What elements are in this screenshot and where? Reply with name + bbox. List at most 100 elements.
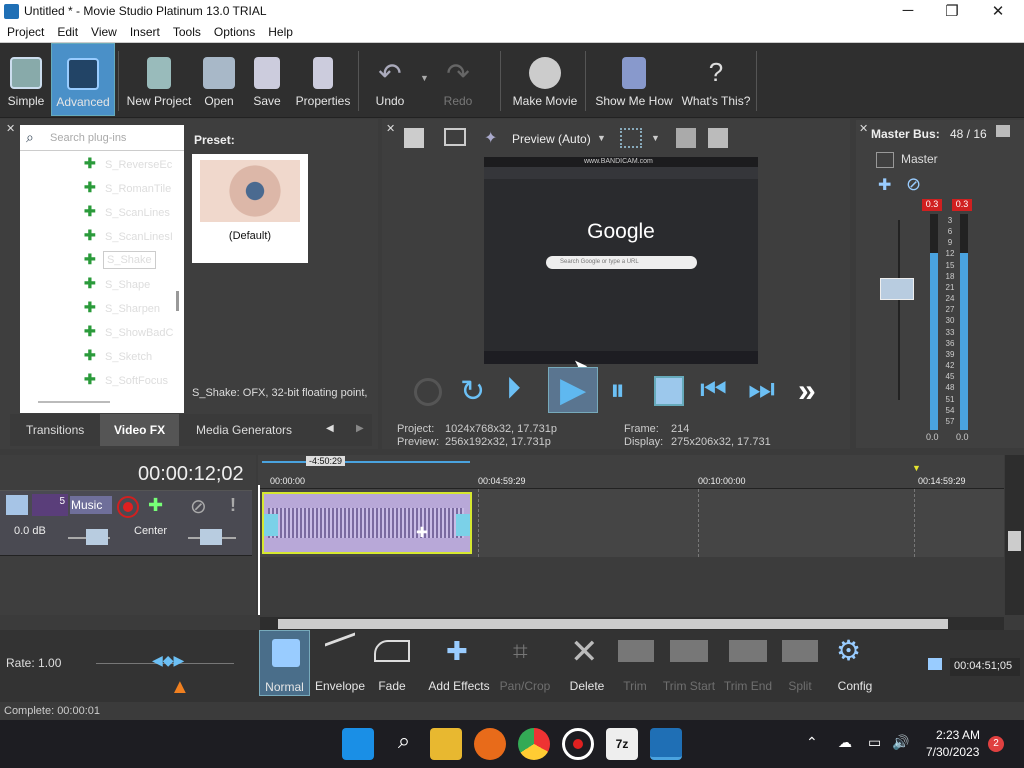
vertical-scrollbar[interactable]	[1005, 455, 1024, 615]
taskbar-search-icon[interactable]: ⌕	[388, 728, 420, 760]
tree-hscrollbar[interactable]	[38, 401, 110, 403]
tab-transitions[interactable]: Transitions	[26, 423, 84, 437]
solo-icon[interactable]: !	[230, 495, 236, 516]
vertical-scroll-thumb[interactable]	[1008, 531, 1021, 551]
network-icon[interactable]: ☁	[838, 734, 852, 751]
next-frame-icon[interactable]: ⏭	[748, 373, 775, 407]
notification-badge[interactable]: 2	[988, 736, 1004, 752]
display-icon[interactable]: ▭	[868, 734, 881, 751]
menu-view[interactable]: View	[84, 24, 123, 39]
firefox-icon[interactable]	[474, 728, 506, 760]
maximize-button[interactable]: ❐	[937, 2, 967, 20]
plugin-item[interactable]: ✚ S_ReverseEc	[84, 154, 184, 176]
delete-button[interactable]: ✕ Delete	[564, 630, 610, 696]
copy-snapshot-icon[interactable]	[676, 128, 696, 148]
new-project-button[interactable]: New Project	[124, 43, 194, 116]
track-name[interactable]: Music	[70, 496, 112, 514]
volume-slider[interactable]	[86, 529, 108, 545]
loop-playback-icon[interactable]	[414, 378, 442, 406]
volume-icon[interactable]: 🔊	[892, 734, 909, 751]
external-monitor-icon[interactable]	[444, 128, 466, 146]
movie-studio-taskbar-icon[interactable]	[650, 728, 682, 760]
7zip-icon[interactable]: 7z	[606, 728, 638, 760]
master-fader[interactable]	[880, 278, 914, 300]
plugin-item[interactable]: ✚ S_ShowBadC	[84, 322, 184, 344]
split-screen-icon[interactable]: ✦	[484, 128, 497, 148]
pause-icon[interactable]: ⏸	[610, 374, 625, 408]
menu-edit[interactable]: Edit	[50, 24, 84, 39]
menu-options[interactable]: Options	[207, 24, 261, 39]
search-box[interactable]: ⌕ Search plug-ins	[20, 125, 184, 151]
close-preview-icon[interactable]: ✕	[386, 122, 395, 135]
record-arm-icon[interactable]	[117, 496, 139, 518]
config-button[interactable]: ⚙ Config	[832, 630, 878, 696]
start-icon[interactable]	[342, 728, 374, 760]
chrome-icon[interactable]	[518, 728, 550, 760]
save-snapshot-icon[interactable]	[708, 128, 728, 148]
track-fx-icon[interactable]: ✚	[148, 495, 163, 516]
undo-dropdown-icon[interactable]: ▼	[420, 73, 429, 83]
tray-chevron-up-icon[interactable]: ⌃	[806, 734, 818, 751]
save-button[interactable]: Save	[246, 43, 288, 116]
clip-trim-end-handle[interactable]	[456, 514, 470, 536]
recorder-icon[interactable]	[562, 728, 594, 760]
menu-insert[interactable]: Insert	[123, 24, 166, 39]
master-properties-icon[interactable]	[996, 125, 1010, 137]
clip-trim-start-handle[interactable]	[264, 514, 278, 536]
rate-marker-icon[interactable]: ▲	[170, 676, 190, 699]
tab-prev-icon[interactable]: ◀	[326, 423, 334, 434]
properties-button[interactable]: Properties	[293, 43, 353, 116]
previous-frame-icon[interactable]: ⏮	[700, 373, 727, 407]
advanced-button[interactable]: Advanced	[51, 43, 115, 116]
stop-icon[interactable]	[654, 376, 684, 406]
preview-quality-dropdown[interactable]: Preview (Auto)	[512, 132, 591, 146]
clip-fx-icon[interactable]: ✚	[416, 524, 428, 541]
plugin-item[interactable]: ✚ S_ScanLines	[84, 202, 184, 224]
plugin-item[interactable]: ✚ S_Sketch	[84, 346, 184, 368]
open-button[interactable]: Open	[198, 43, 240, 116]
horizontal-scroll-thumb[interactable]	[278, 619, 948, 629]
undo-button[interactable]: ↶ Undo	[366, 43, 414, 116]
loop-region[interactable]	[262, 457, 470, 463]
plugin-item[interactable]: ✚ S_SoftFocus	[84, 370, 184, 392]
simple-button[interactable]: Simple	[2, 43, 50, 116]
search-input[interactable]: Search plug-ins	[50, 132, 126, 144]
play-from-start-icon[interactable]: ⏵	[506, 372, 521, 406]
track-minimize-icon[interactable]	[6, 495, 28, 515]
normal-edit-button[interactable]: Normal	[259, 630, 310, 696]
play-button[interactable]: ▶	[548, 367, 598, 413]
close-master-icon[interactable]: ✕	[859, 122, 868, 135]
menu-help[interactable]: Help	[261, 24, 299, 39]
clock-date[interactable]: 7/30/2023	[926, 745, 979, 759]
rate-slider-icon[interactable]: ◀◆▶	[152, 652, 184, 669]
clock-time[interactable]: 2:23 AM	[936, 728, 980, 742]
file-explorer-icon[interactable]	[430, 728, 462, 760]
plugin-item[interactable]: ✚ S_Shake	[84, 250, 184, 272]
whats-this-button[interactable]: ? What's This?	[680, 43, 752, 116]
grid-icon[interactable]	[620, 128, 642, 148]
master-insert-fx-icon[interactable]: ✚	[878, 175, 891, 195]
close-button[interactable]: ✕	[983, 2, 1013, 20]
show-me-how-button[interactable]: Show Me How	[592, 43, 676, 116]
more-controls-icon[interactable]: »	[798, 372, 816, 409]
menu-project[interactable]: Project	[0, 24, 50, 39]
envelope-button[interactable]: Envelope	[313, 630, 367, 696]
tab-media-generators[interactable]: Media Generators	[196, 423, 292, 437]
plugin-item[interactable]: ✚ S_ScanLinesI	[84, 226, 184, 248]
playhead-cursor[interactable]	[258, 485, 260, 615]
master-mute-icon[interactable]: ⊘	[906, 174, 921, 195]
quality-chevron-down-icon[interactable]: ▼	[597, 133, 606, 143]
menu-tools[interactable]: Tools	[166, 24, 207, 39]
tab-next-icon[interactable]: ▶	[356, 423, 364, 434]
tab-video-fx[interactable]: Video FX	[100, 414, 180, 446]
master-fx-icon[interactable]	[876, 152, 894, 168]
refresh-icon[interactable]: ↻	[460, 374, 485, 409]
horizontal-scrollbar[interactable]	[260, 617, 1004, 631]
mute-icon[interactable]: ⊘	[190, 494, 207, 519]
minimize-button[interactable]: ─	[893, 2, 923, 19]
close-panel-icon[interactable]: ✕	[6, 122, 15, 135]
preset-default[interactable]: (Default)	[192, 154, 308, 263]
preview-properties-icon[interactable]	[404, 128, 424, 148]
make-movie-button[interactable]: Make Movie	[508, 43, 582, 116]
end-marker-icon[interactable]: ▼	[912, 463, 921, 473]
